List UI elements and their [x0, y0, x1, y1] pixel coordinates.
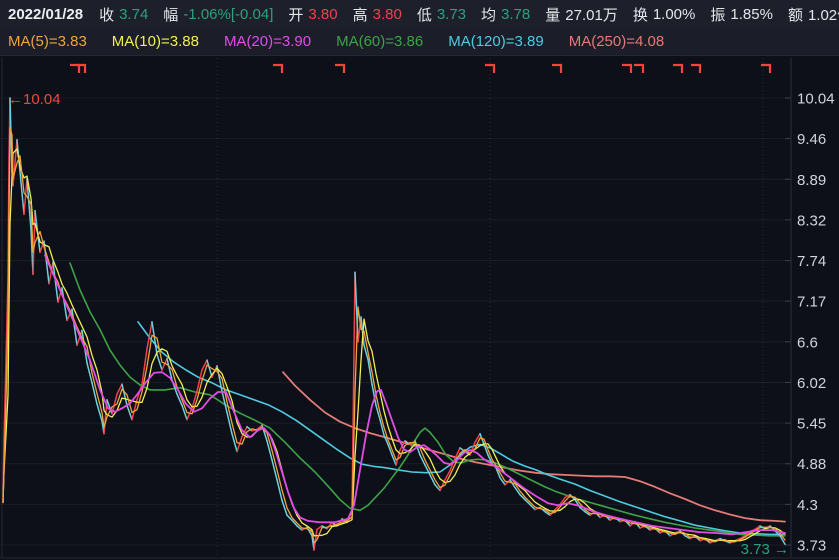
quote-field-value: 1.02亿	[808, 4, 839, 25]
announcement-flag-icon[interactable]	[622, 65, 631, 73]
quote-field-label: 低	[417, 4, 432, 25]
quote-field-label: 幅	[163, 4, 178, 25]
quote-field-label: 额	[788, 4, 803, 25]
quote-field-低: 低 3.73	[417, 4, 466, 25]
ma-legend-item-5: MA(250)=4.08	[569, 33, 664, 50]
quote-field-value: -1.06%[-0.04]	[183, 6, 273, 23]
announcement-flag-icon[interactable]	[552, 65, 561, 73]
quote-field-value: 3.80	[373, 6, 402, 23]
quote-field-换: 换 1.00%	[633, 4, 696, 25]
quote-field-value: 3.74	[119, 6, 148, 23]
ma-legend-item-1: MA(10)=3.88	[112, 33, 199, 50]
ma20-line	[45, 255, 785, 534]
quote-field-label: 均	[481, 4, 496, 25]
price-segment	[272, 460, 277, 480]
quote-field-均: 均 3.78	[481, 4, 530, 25]
ma-legend-item-0: MA(5)=3.83	[8, 33, 87, 50]
y-axis-label: 7.17	[797, 294, 826, 311]
price-segment	[232, 434, 237, 452]
quote-field-振: 振 1.85%	[710, 4, 773, 25]
quote-field-value: 3.78	[501, 6, 530, 23]
ma-legend: MA(5)=3.83 MA(10)=3.88 MA(20)=3.90 MA(60)=3…	[0, 28, 839, 56]
price-segment	[92, 383, 97, 404]
price-segment	[97, 404, 102, 421]
quote-date: 2022/01/28	[8, 6, 83, 23]
price-chart-canvas[interactable]: 10.04 9.46 8.89 8.32 7.74 7.17 6.6 6.02 5.45 4.88…	[0, 56, 839, 560]
low-price-annotation: 3.73 →	[741, 541, 789, 558]
quote-field-高: 高 3.80	[353, 4, 402, 25]
y-axis-label: 8.89	[797, 172, 826, 189]
quote-field-value: 1.85%	[730, 6, 773, 23]
announcement-flag-icon[interactable]	[673, 65, 682, 73]
y-axis-label: 7.74	[797, 253, 826, 270]
quote-field-label: 换	[633, 4, 648, 25]
y-axis-label: 5.45	[797, 416, 826, 433]
quote-field-value: 3.80	[308, 6, 337, 23]
price-chart: 10.04 9.46 8.89 8.32 7.74 7.17 6.6 6.02 5.45 4.88…	[0, 56, 839, 560]
y-axis-label: 8.32	[797, 212, 826, 229]
y-axis-label: 10.04	[797, 91, 835, 108]
announcement-flag-icon[interactable]	[70, 65, 79, 73]
announcement-flag-icon[interactable]	[335, 65, 344, 73]
announcement-flag-icon[interactable]	[691, 65, 700, 73]
quote-field-value: 27.01万	[565, 4, 618, 25]
quote-field-value: 3.73	[437, 6, 466, 23]
stock-chart-screen: 2022/01/28 收 3.74 幅 -1.06%[-0.04] 开 3.80 高 3.80…	[0, 0, 839, 560]
y-axis-label: 6.02	[797, 375, 826, 392]
announcement-flag-icon[interactable]	[634, 65, 643, 73]
y-axis-label: 3.73	[797, 538, 826, 555]
ma250-line	[283, 372, 785, 521]
y-axis-label: 9.46	[797, 131, 826, 148]
quote-field-label: 开	[288, 4, 303, 25]
y-axis-label: 6.6	[797, 334, 818, 351]
announcement-flag-icon[interactable]	[273, 65, 282, 73]
quote-field-量: 量27.01万	[545, 4, 618, 25]
quote-fields: 收 3.74 幅 -1.06%[-0.04] 开 3.80 高 3.80 低 3.73 均 3.78 量…	[99, 4, 839, 25]
price-segment	[445, 471, 450, 480]
price-segment	[277, 480, 282, 501]
y-axis-label: 4.88	[797, 456, 826, 473]
ma-legend-item-2: MA(20)=3.90	[224, 33, 311, 50]
quote-field-开: 开 3.80	[288, 4, 337, 25]
quote-field-label: 振	[710, 4, 725, 25]
ma120-line	[138, 322, 783, 535]
price-segment	[282, 500, 287, 515]
ma-legend-item-3: MA(60)=3.86	[336, 33, 423, 50]
ma10-line	[3, 149, 785, 541]
ma5-line	[3, 128, 785, 543]
quote-field-label: 收	[99, 4, 114, 25]
ma60-line	[70, 263, 785, 536]
quote-field-value: 1.00%	[653, 6, 696, 23]
announcement-flag-icon[interactable]	[761, 65, 770, 73]
announcement-flag-icon[interactable]	[76, 65, 85, 73]
quote-field-label: 量	[545, 4, 560, 25]
y-axis-label: 4.3	[797, 497, 818, 514]
price-segment	[430, 475, 435, 485]
quote-field-幅: 幅 -1.06%[-0.04]	[163, 4, 273, 25]
quote-field-额: 额1.02亿	[788, 4, 839, 25]
high-price-annotation: ←10.04	[8, 91, 61, 108]
quote-header: 2022/01/28 收 3.74 幅 -1.06%[-0.04] 开 3.80 高 3.80…	[0, 0, 839, 28]
ma-legend-item-4: MA(120)=3.89	[448, 33, 543, 50]
quote-field-收: 收 3.74	[99, 4, 148, 25]
quote-field-label: 高	[353, 4, 368, 25]
